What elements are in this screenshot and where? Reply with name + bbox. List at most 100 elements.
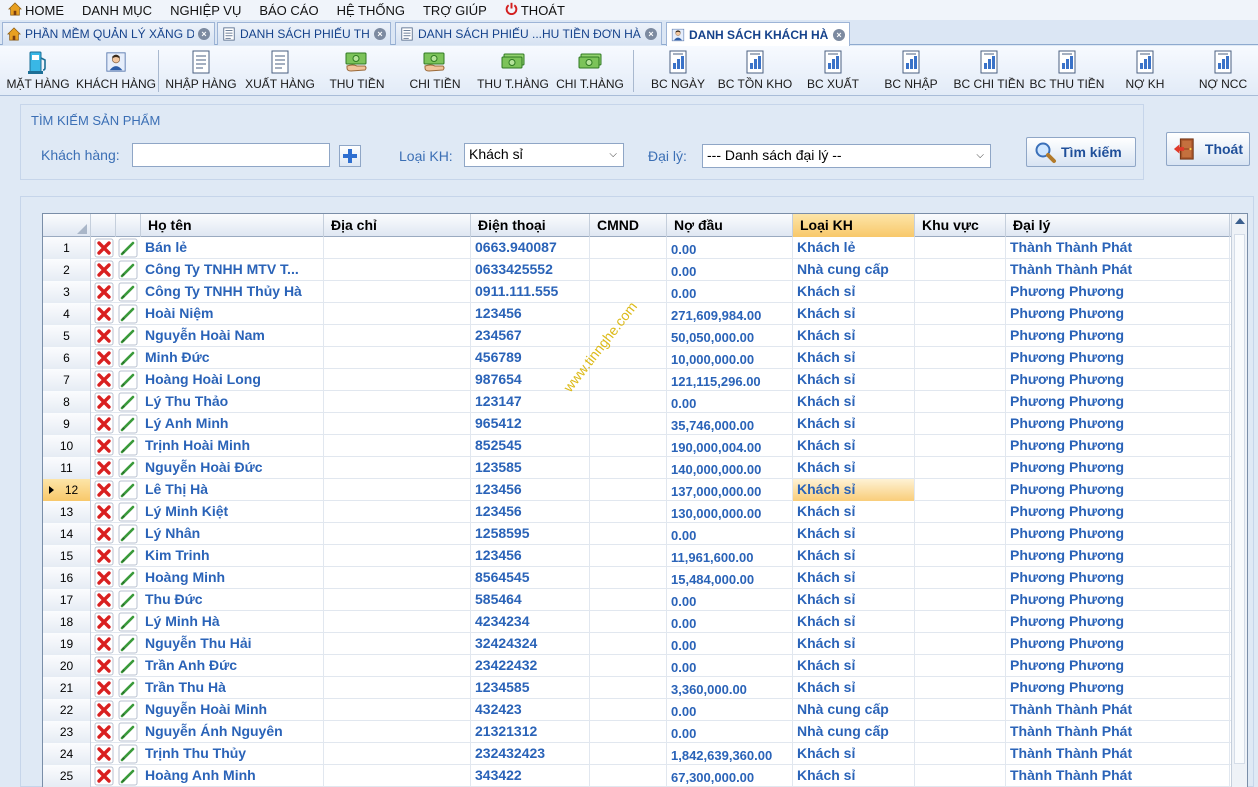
table-row[interactable]: 8 Lý Thu Thảo 123147 0.00 Khách sỉ Phương Phư… — [43, 391, 1231, 413]
cell-cmnd[interactable] — [590, 589, 667, 611]
cell-debt[interactable]: 0.00 — [667, 633, 793, 655]
cell-debt[interactable]: 0.00 — [667, 237, 793, 259]
cell-agent[interactable]: Phương Phương — [1006, 633, 1230, 655]
cell-debt[interactable]: 271,609,984.00 — [667, 303, 793, 325]
row-number[interactable]: 21 — [43, 677, 91, 699]
edit-icon[interactable] — [118, 546, 138, 566]
edit-icon[interactable] — [118, 700, 138, 720]
cell-name[interactable]: Trịnh Thu Thủy — [141, 743, 324, 765]
tab-1[interactable]: PHẦN MỀM QUẢN LÝ XĂNG DẦU × — [2, 22, 215, 45]
cell-type[interactable]: Khách sỉ — [793, 765, 915, 787]
cell-type[interactable]: Khách sỉ — [793, 589, 915, 611]
cell-area[interactable] — [915, 611, 1006, 633]
cell-agent[interactable]: Thành Thành Phát — [1006, 765, 1230, 787]
table-row[interactable]: 6 Minh Đức 456789 10,000,000.00 Khách sỉ Phươ… — [43, 347, 1231, 369]
cell-name[interactable]: Lê Thị Hà — [141, 479, 324, 501]
table-row[interactable]: 23 Nguyễn Ánh Nguyên 21321312 0.00 Nhà cung … — [43, 721, 1231, 743]
close-icon[interactable]: × — [374, 28, 386, 40]
search-button[interactable]: Tìm kiếm — [1026, 137, 1136, 167]
cell-type[interactable]: Khách sỉ — [793, 435, 915, 457]
cell-phone[interactable]: 343422 — [471, 765, 590, 787]
edit-icon[interactable] — [118, 414, 138, 434]
cell-area[interactable] — [915, 501, 1006, 523]
cell-phone[interactable]: 123456 — [471, 545, 590, 567]
cell-name[interactable]: Nguyễn Ánh Nguyên — [141, 721, 324, 743]
delete-icon[interactable] — [94, 392, 114, 412]
toolbar-button-12[interactable]: BC NHẬP — [873, 48, 949, 94]
cell-area[interactable] — [915, 347, 1006, 369]
cell-name[interactable]: Nguyễn Hoài Đức — [141, 457, 324, 479]
cell-phone[interactable]: 23422432 — [471, 655, 590, 677]
table-row[interactable]: 16 Hoàng Minh 8564545 15,484,000.00 Khách sỉ… — [43, 567, 1231, 589]
row-number[interactable]: 3 — [43, 281, 91, 303]
row-number[interactable]: 11 — [43, 457, 91, 479]
edit-icon[interactable] — [118, 568, 138, 588]
cell-debt[interactable]: 67,300,000.00 — [667, 765, 793, 787]
cell-type[interactable]: Khách sỉ — [793, 281, 915, 303]
menu-trợ-giúp[interactable]: TRỢ GIÚP — [415, 0, 497, 20]
edit-icon[interactable] — [118, 392, 138, 412]
cell-type[interactable]: Khách sỉ — [793, 567, 915, 589]
cell-address[interactable] — [324, 281, 471, 303]
cell-area[interactable] — [915, 743, 1006, 765]
edit-icon[interactable] — [118, 458, 138, 478]
cell-name[interactable]: Lý Thu Thảo — [141, 391, 324, 413]
cell-address[interactable] — [324, 633, 471, 655]
cell-phone[interactable]: 456789 — [471, 347, 590, 369]
cell-debt[interactable]: 0.00 — [667, 391, 793, 413]
toolbar-button-3[interactable]: NHẬP HÀNG — [163, 48, 239, 94]
cell-type[interactable]: Khách lẻ — [793, 237, 915, 259]
column-header-debt[interactable]: Nợ đầu — [667, 214, 793, 237]
cell-agent[interactable]: Phương Phương — [1006, 391, 1230, 413]
table-row[interactable]: 20 Trần Anh Đức 23422432 0.00 Khách sỉ Phương… — [43, 655, 1231, 677]
cell-phone[interactable]: 852545 — [471, 435, 590, 457]
table-row[interactable]: 10 Trịnh Hoài Minh 852545 190,000,004.00 Khá… — [43, 435, 1231, 457]
cell-cmnd[interactable] — [590, 523, 667, 545]
cell-area[interactable] — [915, 325, 1006, 347]
row-number[interactable]: 24 — [43, 743, 91, 765]
cell-cmnd[interactable] — [590, 545, 667, 567]
edit-icon[interactable] — [118, 590, 138, 610]
cell-type[interactable]: Khách sỉ — [793, 501, 915, 523]
cell-debt[interactable]: 35,746,000.00 — [667, 413, 793, 435]
customer-search-input[interactable] — [132, 143, 330, 167]
cell-agent[interactable]: Phương Phương — [1006, 435, 1230, 457]
cell-cmnd[interactable] — [590, 699, 667, 721]
table-row[interactable]: 17 Thu Đức 585464 0.00 Khách sỉ Phương Phương — [43, 589, 1231, 611]
menu-hệ-thống[interactable]: HỆ THỐNG — [329, 0, 415, 20]
cell-phone[interactable]: 0663.940087 — [471, 237, 590, 259]
grid-select-all[interactable] — [43, 214, 91, 237]
row-number[interactable]: 6 — [43, 347, 91, 369]
cell-phone[interactable]: 21321312 — [471, 721, 590, 743]
cell-agent[interactable]: Thành Thành Phát — [1006, 743, 1230, 765]
row-number[interactable]: 22 — [43, 699, 91, 721]
tab-4[interactable]: DANH SÁCH KHÁCH HÀNG × — [666, 22, 850, 46]
row-number[interactable]: 16 — [43, 567, 91, 589]
cell-name[interactable]: Thu Đức — [141, 589, 324, 611]
row-number[interactable]: 12 — [43, 479, 91, 501]
cell-area[interactable] — [915, 435, 1006, 457]
cell-debt[interactable]: 15,484,000.00 — [667, 567, 793, 589]
cell-address[interactable] — [324, 479, 471, 501]
cell-area[interactable] — [915, 589, 1006, 611]
cell-phone[interactable]: 8564545 — [471, 567, 590, 589]
cell-cmnd[interactable] — [590, 611, 667, 633]
cell-cmnd[interactable] — [590, 237, 667, 259]
row-number[interactable]: 25 — [43, 765, 91, 787]
cell-area[interactable] — [915, 413, 1006, 435]
column-header-agent[interactable]: Đại lý — [1006, 214, 1230, 237]
cell-debt[interactable]: 50,050,000.00 — [667, 325, 793, 347]
cell-cmnd[interactable] — [590, 479, 667, 501]
cell-phone[interactable]: 432423 — [471, 699, 590, 721]
cell-name[interactable]: Hoài Niệm — [141, 303, 324, 325]
edit-icon[interactable] — [118, 238, 138, 258]
table-row[interactable]: 1 Bán lẻ 0663.940087 0.00 Khách lẻ Thành Thàn… — [43, 237, 1231, 259]
cell-name[interactable]: Hoàng Anh Minh — [141, 765, 324, 787]
cell-type[interactable]: Khách sỉ — [793, 523, 915, 545]
row-number[interactable]: 8 — [43, 391, 91, 413]
cell-agent[interactable]: Phương Phương — [1006, 281, 1230, 303]
tab-2[interactable]: DANH SÁCH PHIẾU THU × — [217, 22, 391, 45]
toolbar-button-9[interactable]: BC NGÀY — [640, 48, 716, 94]
toolbar-button-5[interactable]: THU TIỀN — [319, 48, 395, 94]
tab-3[interactable]: DANH SÁCH PHIẾU ...HU TIỀN ĐƠN HÀNG × — [395, 22, 662, 45]
